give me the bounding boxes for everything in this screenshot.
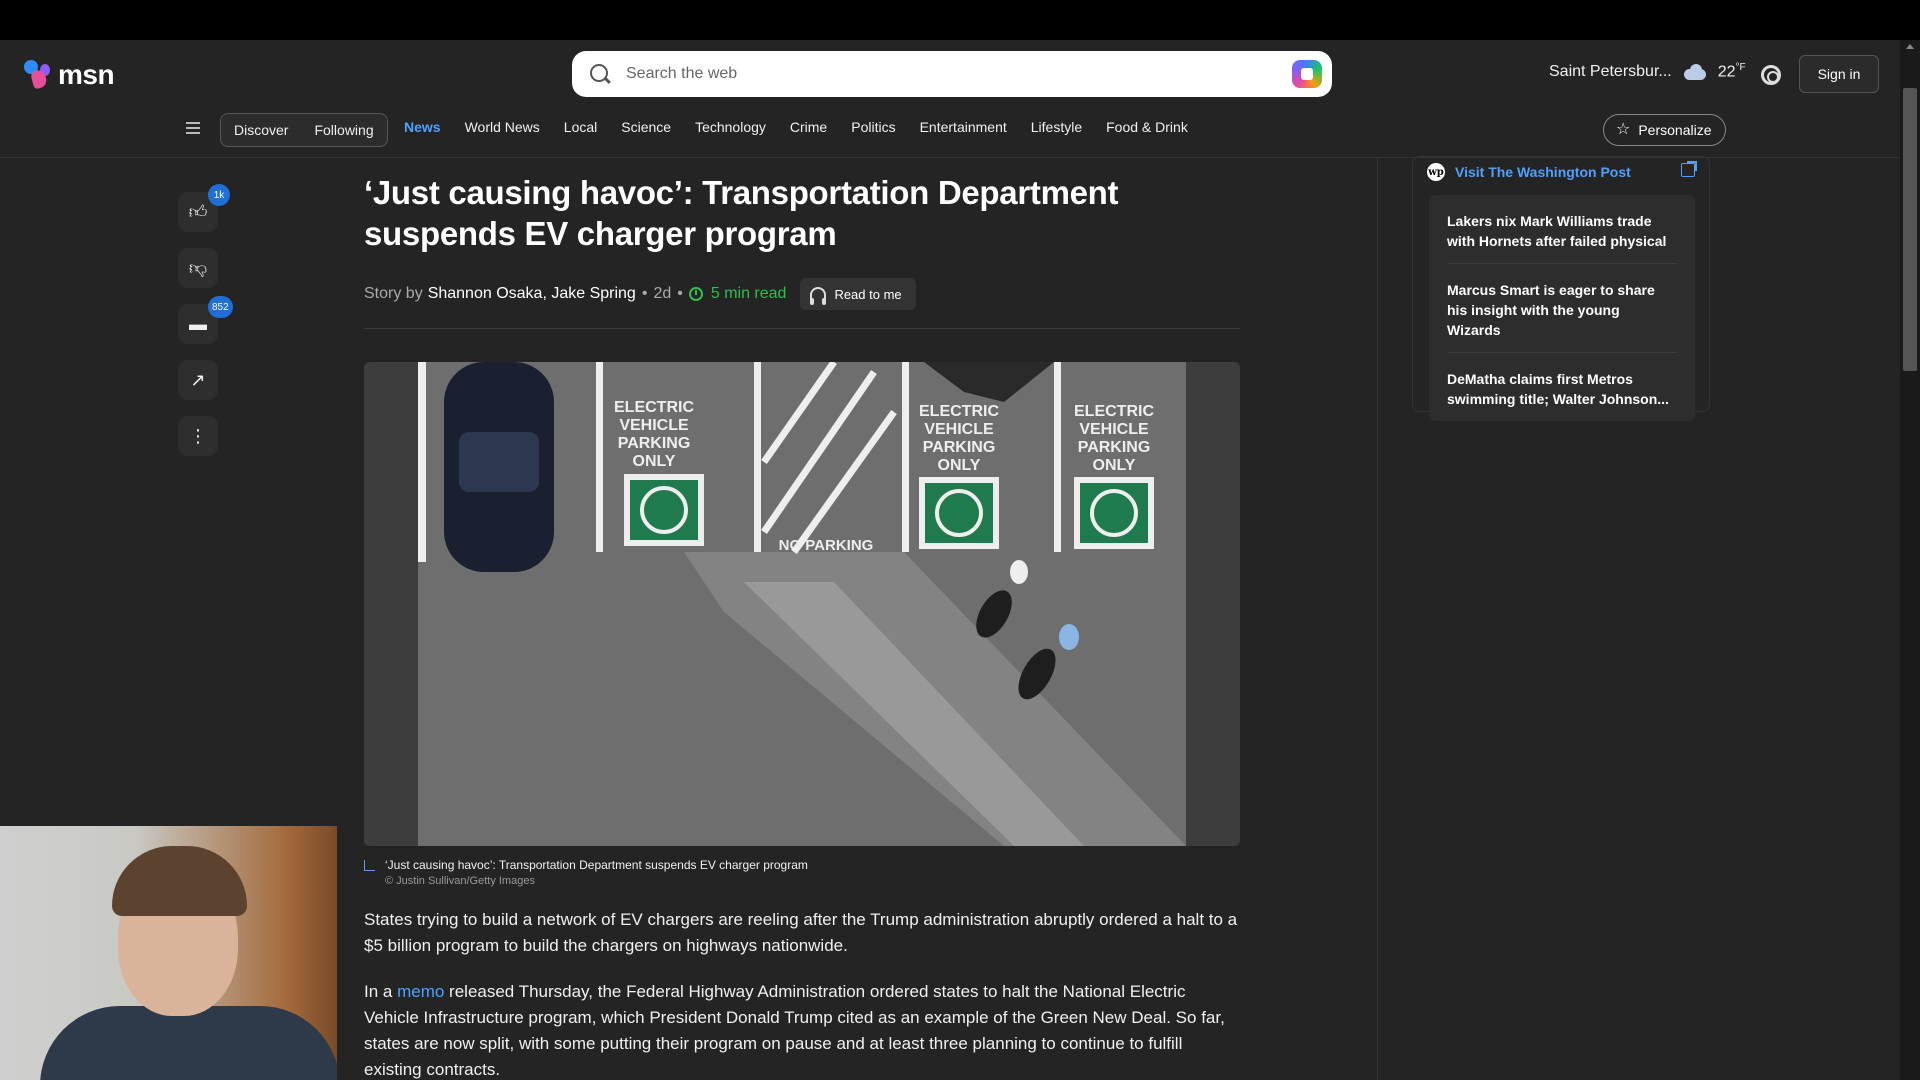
list-item[interactable]: DeMatha claims first Metros swimming tit… (1447, 353, 1677, 421)
cloud-icon (1682, 63, 1708, 80)
nav-item-crime[interactable]: Crime (790, 119, 827, 135)
nav-item-technology[interactable]: Technology (695, 119, 766, 135)
timer-icon (688, 287, 703, 301)
msn-logo[interactable]: msn (22, 58, 115, 92)
search-icon (590, 64, 608, 82)
article-action-rail: 👍︎ 1k 👎︎ ▬ 852 ↗ ⋮ (178, 184, 233, 456)
webcam-person-hair (112, 846, 247, 916)
list-item[interactable]: Marcus Smart is eager to share his insig… (1447, 264, 1677, 353)
read-time: 5 min read (710, 285, 787, 302)
memo-link[interactable]: memo (397, 982, 444, 1001)
msn-header: msn Saint Petersbur... 22°F Sign in Disc… (0, 40, 1900, 158)
article-paragraph-2: In a memo released Thursday, the Federal… (364, 982, 1225, 1079)
publisher-headlines: Lakers nix Mark Williams trade with Horn… (1429, 195, 1695, 421)
svg-text:PARKING: PARKING (1078, 439, 1151, 456)
comment-icon: ▬ (189, 313, 207, 334)
read-to-me-label: Read to me (834, 286, 902, 302)
read-to-me-button[interactable]: Read to me (800, 278, 916, 310)
os-top-bar (0, 0, 1920, 40)
svg-text:ELECTRIC: ELECTRIC (1074, 403, 1154, 420)
search-input[interactable] (626, 51, 1226, 97)
more-options-button[interactable]: ⋮ (178, 416, 218, 456)
headphones-icon (810, 287, 827, 305)
nav-item-local[interactable]: Local (564, 119, 597, 135)
caption-credit: © Justin Sullivan/Getty Images (385, 875, 535, 887)
share-icon: ↗ (190, 369, 206, 390)
nav-item-world-news[interactable]: World News (465, 119, 540, 135)
svg-text:VEHICLE: VEHICLE (1079, 421, 1149, 438)
svg-text:ELECTRIC: ELECTRIC (919, 403, 999, 420)
webcam-overlay (0, 826, 337, 1080)
feed-toggle: Discover Following (220, 113, 388, 147)
nav-item-entertainment[interactable]: Entertainment (920, 119, 1007, 135)
svg-text:ONLY: ONLY (1093, 457, 1136, 474)
comment-count-badge: 852 (208, 296, 233, 318)
article-paragraph-1: States trying to build a network of EV c… (364, 910, 1238, 955)
scrollbar-thumb[interactable] (1903, 88, 1917, 371)
scroll-up-arrow-icon[interactable] (1906, 44, 1914, 49)
thumbs-up-icon: 👍︎ (188, 202, 208, 222)
like-button[interactable]: 👍︎ 1k (178, 184, 230, 232)
divider (364, 328, 1240, 329)
svg-text:ONLY: ONLY (938, 457, 981, 474)
svg-text:VEHICLE: VEHICLE (924, 421, 994, 438)
gear-icon[interactable] (1761, 65, 1781, 85)
weather-widget[interactable]: Saint Petersbur... 22°F (1549, 62, 1746, 81)
nav-item-news[interactable]: News (404, 119, 441, 135)
personalize-label: Personalize (1638, 122, 1712, 138)
caption-title: ‘Just causing havoc’: Transportation Dep… (385, 858, 808, 872)
story-by-label: Story by (364, 285, 423, 302)
caption-corner-icon (364, 860, 375, 871)
article: ‘Just causing havoc’: Transportation Dep… (364, 172, 1240, 1080)
like-count-badge: 1k (208, 184, 230, 206)
article-age: 2d (653, 285, 672, 302)
image-caption: ‘Just causing havoc’: Transportation Dep… (364, 858, 1240, 887)
svg-text:PARKING: PARKING (923, 439, 996, 456)
nav-item-food-drink[interactable]: Food & Drink (1106, 119, 1188, 135)
tab-following[interactable]: Following (301, 114, 386, 146)
personalize-button[interactable]: ☆ Personalize (1603, 114, 1726, 146)
tab-discover[interactable]: Discover (221, 114, 301, 146)
svg-text:ELECTRIC: ELECTRIC (614, 399, 694, 416)
authors[interactable]: Shannon Osaka, Jake Spring (428, 285, 636, 303)
comments-button[interactable]: ▬ 852 (178, 296, 233, 344)
logo-text: msn (58, 59, 115, 90)
dislike-button[interactable]: 👎︎ (178, 248, 218, 288)
ev-parking-lot-photo: ELECTRIC VEHICLE PARKING ONLY ELECTRIC V… (364, 362, 1240, 846)
svg-text:VEHICLE: VEHICLE (619, 417, 689, 434)
column-divider (1377, 158, 1378, 1080)
thumbs-down-icon: 👎︎ (188, 258, 208, 278)
category-nav: News World News Local Science Technology… (404, 119, 1188, 135)
publisher-card: wp Visit The Washington Post Lakers nix … (1412, 156, 1710, 421)
svg-text:NO PARKING: NO PARKING (779, 537, 874, 554)
webcam-person-shirt (40, 1006, 337, 1080)
star-icon: ☆ (1616, 121, 1631, 138)
sign-in-button[interactable]: Sign in (1799, 55, 1879, 93)
nav-item-lifestyle[interactable]: Lifestyle (1031, 119, 1082, 135)
list-item[interactable]: Lakers nix Mark Williams trade with Horn… (1447, 195, 1677, 264)
visit-publisher-link[interactable]: wp Visit The Washington Post (1427, 163, 1631, 181)
more-vertical-icon: ⋮ (189, 425, 207, 446)
hamburger-menu-icon[interactable] (186, 122, 200, 134)
svg-text:ONLY: ONLY (633, 453, 676, 470)
location-label: Saint Petersbur... (1549, 62, 1672, 80)
share-button[interactable]: ↗ (178, 360, 218, 400)
article-hero-image[interactable]: ELECTRIC VEHICLE PARKING ONLY ELECTRIC V… (364, 362, 1240, 846)
copilot-icon[interactable] (1292, 60, 1322, 88)
washington-post-logo-icon: wp (1427, 163, 1445, 181)
nav-item-science[interactable]: Science (621, 119, 671, 135)
search-bar[interactable] (572, 51, 1332, 97)
visit-publisher-label: Visit The Washington Post (1455, 164, 1631, 180)
external-link-icon[interactable] (1681, 161, 1697, 177)
article-headline: ‘Just causing havoc’: Transportation Dep… (364, 174, 1119, 252)
temperature: 22°F (1717, 62, 1746, 81)
msn-butterfly-icon (22, 58, 56, 92)
svg-text:PARKING: PARKING (618, 435, 691, 452)
nav-item-politics[interactable]: Politics (851, 119, 895, 135)
byline: Story by Shannon Osaka, Jake Spring • 2d… (364, 278, 1240, 310)
